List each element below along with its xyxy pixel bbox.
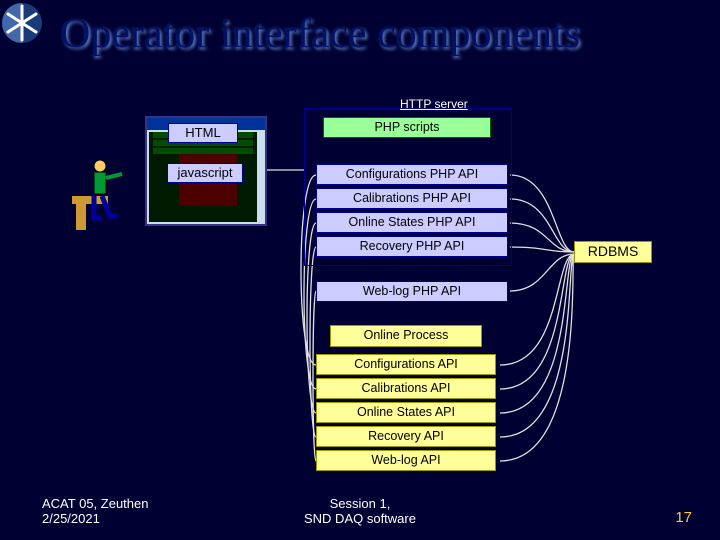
slide-logo	[0, 0, 48, 46]
api-web-log: Web-log API	[316, 450, 496, 471]
operator-icon	[72, 160, 142, 238]
slide-title: Operator interface components	[60, 10, 580, 58]
online-process-header: Online Process	[330, 325, 482, 347]
php-scripts-header: PHP scripts	[323, 117, 491, 138]
php-api-web-log: Web-log PHP API	[316, 281, 508, 302]
footer-center: Session 1, SND DAQ software	[0, 496, 720, 526]
rdbms-box: RDBMS	[574, 241, 652, 263]
api-online-states: Online States API	[316, 402, 496, 423]
api-recovery: Recovery API	[316, 426, 496, 447]
api-configurations: Configurations API	[316, 354, 496, 375]
api-calibrations: Calibrations API	[316, 378, 496, 399]
footer-session: Session 1,	[330, 496, 391, 511]
footer-subtitle: SND DAQ software	[304, 511, 416, 526]
php-api-online-states: Online States PHP API	[316, 212, 508, 233]
page-number: 17	[675, 509, 692, 526]
html-label: HTML	[168, 123, 238, 143]
php-api-recovery: Recovery PHP API	[316, 236, 508, 257]
php-api-configurations: Configurations PHP API	[316, 164, 508, 185]
php-api-calibrations: Calibrations PHP API	[316, 188, 508, 209]
javascript-label: javascript	[167, 163, 243, 183]
